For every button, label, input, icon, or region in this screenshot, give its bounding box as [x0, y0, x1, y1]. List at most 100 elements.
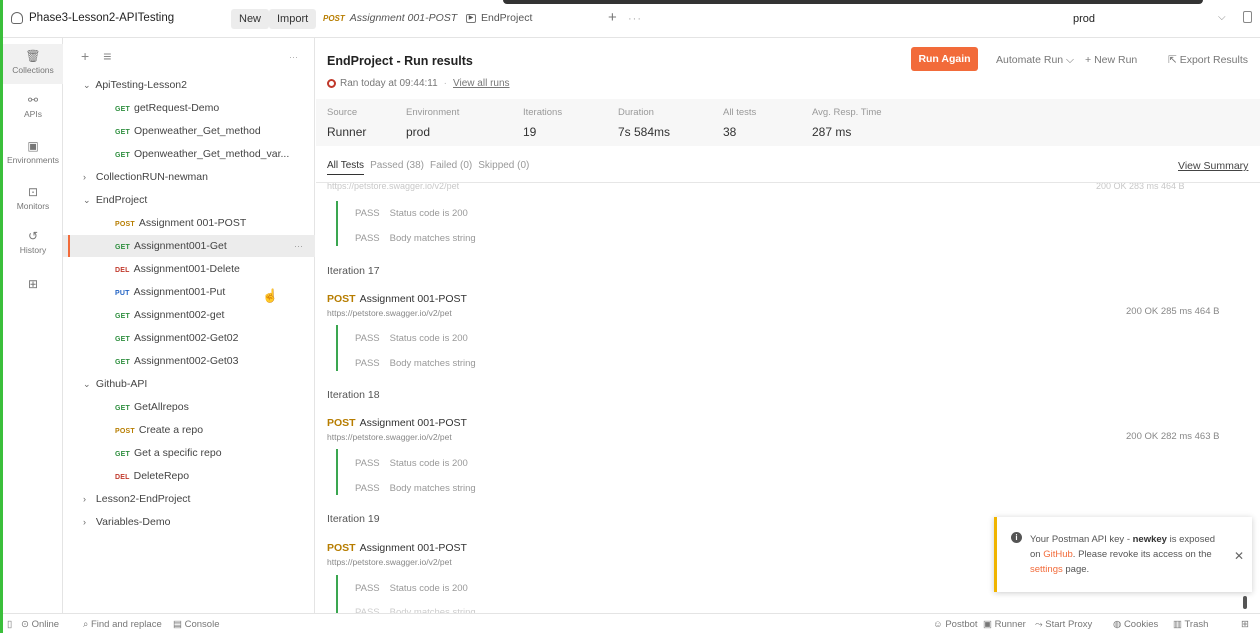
sidebar-request[interactable]: GET Openweather_Get_method_var...	[63, 143, 315, 165]
more-tabs-icon[interactable]: ···	[628, 13, 642, 25]
pass-bar	[336, 201, 338, 246]
runner-icon: ▶	[466, 13, 476, 23]
settings-link[interactable]: settings	[1030, 564, 1063, 575]
rail-configure[interactable]: ⊞	[3, 278, 63, 293]
summary-value: 38	[723, 125, 737, 139]
runner-button[interactable]: ▣ Runner	[983, 619, 1026, 630]
import-button[interactable]: Import	[269, 9, 317, 29]
tab-endproject[interactable]: ▶ EndProject	[466, 12, 532, 24]
export-results-button[interactable]: ⇱ Export Results	[1168, 54, 1248, 66]
summary-all-tests: All tests 38	[723, 107, 756, 139]
start-proxy-button[interactable]: ⤳ Start Proxy	[1035, 619, 1092, 630]
request-row[interactable]: POST Assignment 001-POST	[327, 542, 467, 554]
rail-label: Environments	[7, 155, 59, 165]
status-bar: ▯ ⊙ Online ⌕ Find and replace ▤ Console …	[3, 613, 1260, 633]
rail-environments[interactable]: ▣ Environments	[3, 140, 63, 165]
request-method: POST	[115, 221, 135, 228]
sidebar-request[interactable]: POST Assignment 001-POST	[63, 212, 315, 234]
sidebar-request[interactable]: GET getRequest-Demo	[63, 97, 315, 119]
summary-source: Source Runner	[327, 107, 366, 139]
automate-run-dropdown[interactable]: Automate Run ⌵	[996, 54, 1074, 67]
api-key-warning-toast: i Your Postman API key - newkey is expos…	[994, 517, 1252, 592]
console-button[interactable]: ▤ Console	[173, 619, 219, 630]
pass-badge: PASS	[355, 208, 380, 219]
test-result: PASS Body matches string	[355, 483, 476, 494]
chevron-down-icon[interactable]: ⌵	[1218, 12, 1226, 23]
request-label: Openweather_Get_method_var...	[134, 148, 290, 160]
cookies-button[interactable]: ◍ Cookies	[1113, 619, 1158, 630]
view-all-runs-link[interactable]: View all runs	[453, 78, 510, 89]
new-button[interactable]: New	[231, 9, 270, 29]
postbot-button[interactable]: ☺ Postbot	[933, 619, 978, 630]
more-options-icon[interactable]: ···	[294, 235, 303, 257]
rail-collections[interactable]: 🗑 Collections	[3, 44, 63, 84]
run-info: Ran today at 09:44:11 · View all runs	[327, 78, 510, 89]
environment-quicklook-icon[interactable]	[1243, 11, 1252, 23]
sidebar-folder[interactable]: › Variables-Demo	[63, 511, 315, 533]
environment-select[interactable]: prod	[1073, 13, 1095, 25]
response-status: 200 OK 285 ms 464 B	[1126, 306, 1220, 317]
collections-sidebar: + ≡ ··· ⌄ ApiTesting-Lesson2 GET getReques…	[63, 38, 315, 613]
request-row[interactable]: POST Assignment 001-POST	[327, 417, 467, 429]
status-label: Console	[184, 619, 220, 630]
sidebar-folder[interactable]: › CollectionRUN-newman	[63, 166, 315, 188]
chevron-down-icon: ⌄	[83, 379, 91, 389]
tab-assignment-post[interactable]: POST Assignment 001-POST	[323, 12, 457, 24]
sidebar-folder[interactable]: ⌄ EndProject	[63, 189, 315, 211]
hand-cursor-icon: ☝	[262, 288, 279, 303]
sidebar-folder[interactable]: ⌄ ApiTesting-Lesson2	[63, 74, 315, 96]
github-link[interactable]: GitHub	[1043, 549, 1073, 560]
tab-failed[interactable]: Failed (0)	[430, 160, 472, 175]
sidebar-folder[interactable]: › Lesson2-EndProject	[63, 488, 315, 510]
trash-button[interactable]: ▥ Trash	[1173, 619, 1208, 630]
sidebar-request[interactable]: POST Create a repo	[63, 419, 315, 441]
toast-message: Your Postman API key - newkey is exposed…	[1030, 532, 1215, 577]
view-summary-link[interactable]: View Summary	[1178, 160, 1248, 172]
apis-icon: ⚯	[27, 93, 39, 107]
sidebar-request[interactable]: DEL Assignment001-Delete	[63, 258, 315, 280]
scrollbar-thumb[interactable]	[1243, 596, 1247, 609]
sidebar-request[interactable]: GET Assignment001-Get ···	[63, 235, 315, 257]
test-name: Status code is 200	[389, 583, 468, 594]
find-replace-button[interactable]: ⌕ Find and replace	[83, 619, 162, 630]
sidebar-request[interactable]: GET Get a specific repo	[63, 442, 315, 464]
user-icon	[11, 12, 23, 24]
tab-passed[interactable]: Passed (38)	[370, 160, 424, 175]
rail-history[interactable]: ↺ History	[3, 230, 63, 255]
new-tab-button[interactable]: +	[608, 9, 617, 26]
sidebar-request[interactable]: GET Assignment002-Get03	[63, 350, 315, 372]
sidebar-request[interactable]: GET Assignment002-Get02	[63, 327, 315, 349]
rail-monitors[interactable]: ⊡ Monitors	[3, 186, 63, 211]
filter-icon[interactable]: ≡	[103, 48, 111, 64]
layout-icon[interactable]: ⊞	[1241, 619, 1249, 630]
rail-apis[interactable]: ⚯ APIs	[3, 94, 63, 119]
online-status[interactable]: ⊙ Online	[21, 619, 59, 630]
more-options-icon[interactable]: ···	[289, 52, 298, 62]
pass-badge: PASS	[355, 583, 380, 594]
rail-label: History	[19, 245, 47, 255]
request-method: GET	[115, 405, 130, 412]
sidebar-request[interactable]: GET Assignment002-get	[63, 304, 315, 326]
close-icon[interactable]: ✕	[1234, 549, 1244, 563]
request-row[interactable]: POST Assignment 001-POST	[327, 293, 467, 305]
test-result: PASS Status code is 200	[355, 208, 468, 219]
tab-skipped[interactable]: Skipped (0)	[478, 160, 529, 175]
run-again-button[interactable]: Run Again	[911, 47, 978, 71]
tab-all-tests[interactable]: All Tests	[327, 160, 365, 175]
sidebar-request[interactable]: GET Openweather_Get_method	[63, 120, 315, 142]
sidebar-request[interactable]: DEL DeleteRepo	[63, 465, 315, 487]
chevron-down-icon: ⌄	[83, 195, 91, 205]
summary-iterations: Iterations 19	[523, 107, 562, 139]
sidebar-folder[interactable]: ⌄ Github-API	[63, 373, 315, 395]
request-label: Assignment 001-POST	[138, 217, 247, 229]
test-name: Body matches string	[389, 358, 476, 369]
plus-icon[interactable]: +	[81, 48, 89, 64]
configure-workbench-icon: ⊞	[27, 277, 39, 291]
sidebar-toggle-icon[interactable]: ▯	[7, 619, 12, 630]
workspace-name[interactable]: Phase3-Lesson2-APITesting	[11, 12, 174, 24]
sidebar-request[interactable]: GET GetAllrepos	[63, 396, 315, 418]
new-run-button[interactable]: + New Run	[1085, 54, 1137, 66]
chevron-right-icon: ›	[83, 517, 86, 527]
pass-badge: PASS	[355, 483, 380, 494]
icon-rail: 🗑 Collections ⚯ APIs ▣ Environments ⊡ Mo…	[3, 38, 63, 613]
